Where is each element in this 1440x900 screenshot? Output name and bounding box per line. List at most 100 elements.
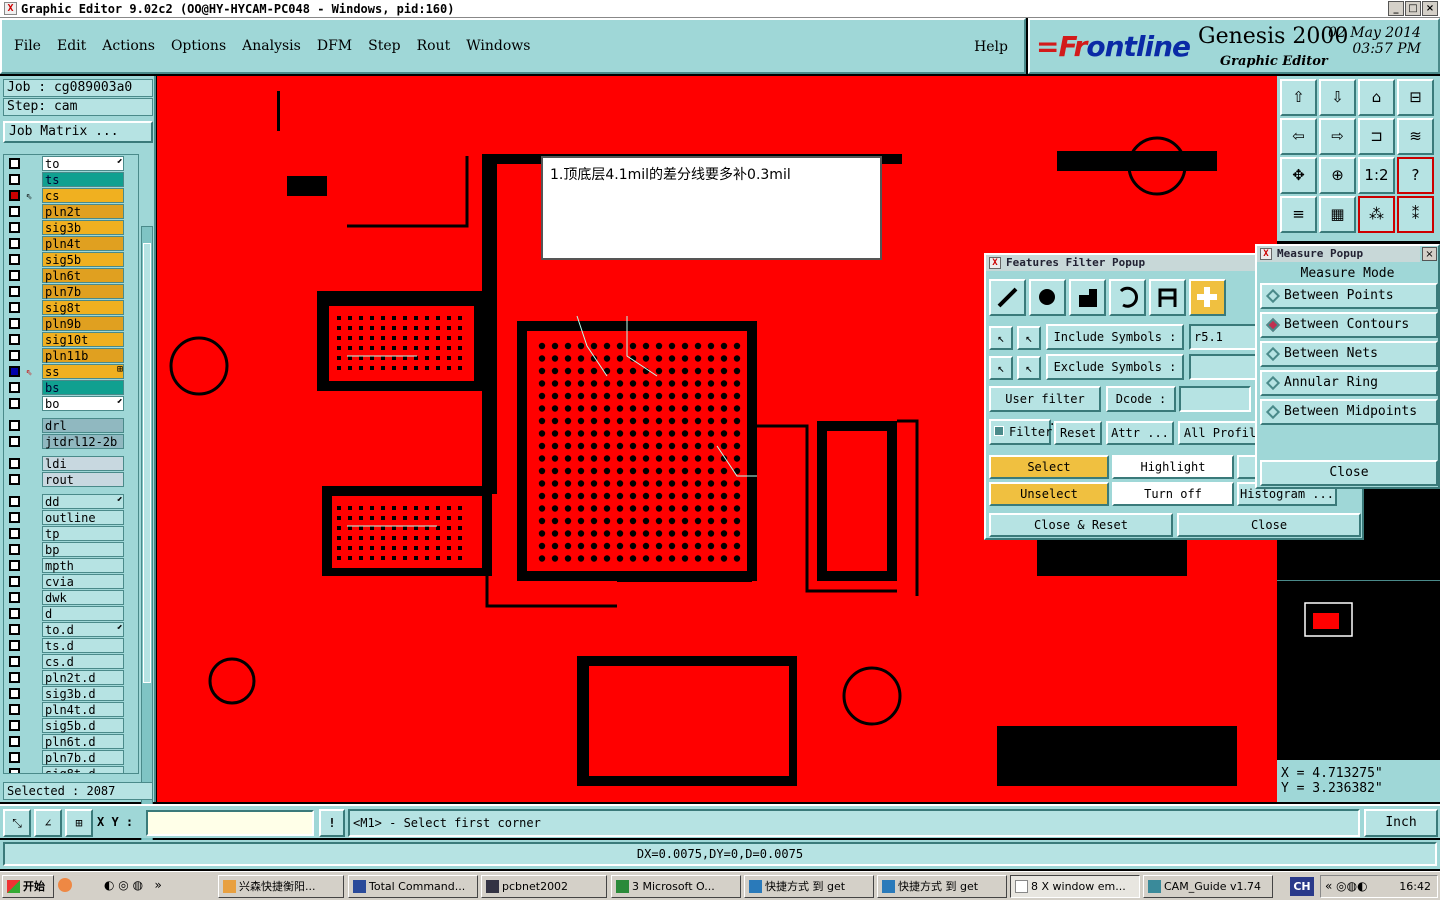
layer-checkbox[interactable] (9, 366, 20, 377)
close-window-button[interactable]: × (1422, 1, 1438, 16)
layer-row[interactable]: pln6t (4, 268, 138, 283)
layer-checkbox[interactable] (9, 704, 20, 715)
mini-map[interactable] (1277, 580, 1440, 758)
layer-checkbox[interactable] (9, 672, 20, 683)
measure-titlebar[interactable]: X Measure Popup (1257, 246, 1420, 262)
layer-row[interactable]: pln4t (4, 236, 138, 251)
layer-name[interactable]: sig10t (42, 332, 124, 347)
layer-checkbox[interactable] (9, 420, 20, 431)
layer-name[interactable]: sig8t (42, 300, 124, 315)
menu-dfm[interactable]: DFM (317, 38, 352, 54)
layer-checkbox[interactable] (9, 720, 20, 731)
layer-name[interactable]: pln6t (42, 268, 124, 283)
layer-row[interactable]: ts (4, 172, 138, 187)
layer-row[interactable]: jtdrl12-2b (4, 434, 138, 449)
warning-button[interactable]: ! (319, 809, 345, 837)
layer-checkbox[interactable] (9, 206, 20, 217)
layer-name[interactable]: drl (42, 418, 124, 433)
layer-checkbox[interactable] (9, 624, 20, 635)
net-icon[interactable]: ⁑ (1397, 196, 1434, 233)
zoom-out-icon[interactable]: ⊐ (1358, 118, 1395, 155)
exclude-pick-icon[interactable]: ↖ (989, 356, 1013, 380)
layer-checkbox[interactable] (9, 560, 20, 571)
menu-step[interactable]: Step (368, 38, 400, 54)
layer-row[interactable]: sig5b.d (4, 718, 138, 733)
layer-row[interactable]: pln2t (4, 204, 138, 219)
layer-checkbox[interactable] (9, 436, 20, 447)
layer-checkbox[interactable] (9, 544, 20, 555)
exclude-pick-all-icon[interactable]: ↖ (1017, 356, 1041, 380)
pad-shape-icon[interactable] (1029, 279, 1066, 316)
layer-row[interactable]: outline (4, 510, 138, 525)
quicklaunch-bar[interactable]: ◐ ◎ ◍ » (104, 878, 178, 895)
layer-name[interactable]: pln7b (42, 284, 124, 299)
layer-row[interactable]: bo ⬋ (4, 396, 138, 411)
layer-name[interactable]: to.d (42, 622, 124, 637)
include-pick-all-icon[interactable]: ↖ (1017, 326, 1041, 350)
layer-checkbox[interactable] (9, 592, 20, 603)
measure-between-contours[interactable]: Between Contours (1260, 312, 1438, 338)
include-symbols-button[interactable]: Include Symbols : (1046, 324, 1184, 350)
measure-annular-ring[interactable]: Annular Ring (1260, 370, 1438, 396)
menu-edit[interactable]: Edit (57, 38, 86, 54)
layer-name[interactable]: sig3b (42, 220, 124, 235)
arc-shape-icon[interactable] (1109, 279, 1146, 316)
layer-row[interactable]: sig8t (4, 300, 138, 315)
layer-name[interactable]: cs (42, 188, 124, 203)
fit-screen-icon[interactable]: ✥ (1280, 157, 1317, 194)
layer-name[interactable]: pln4t.d (42, 702, 124, 717)
task-4[interactable]: 快捷方式 到 get (744, 875, 874, 898)
layer-name[interactable]: cvia (42, 574, 124, 589)
window-titlebar[interactable]: X Graphic Editor 9.02c2 (OO@HY-HYCAM-PC0… (0, 0, 1440, 18)
layer-row[interactable]: ⇖ cs (4, 188, 138, 203)
filter-toggle[interactable]: Filter (989, 419, 1052, 445)
menu-file[interactable]: File (14, 38, 41, 54)
layer-row[interactable]: to ⬋ (4, 156, 138, 171)
attr-button[interactable]: Attr ... (1106, 421, 1174, 445)
task-2[interactable]: pcbnet2002 (481, 875, 607, 898)
menu-analysis[interactable]: Analysis (242, 38, 301, 54)
all-shapes-icon[interactable] (1189, 279, 1226, 316)
layer-checkbox[interactable] (9, 688, 20, 699)
line-shape-icon[interactable] (989, 279, 1026, 316)
task-0[interactable]: 兴森快捷衡阳... (218, 875, 344, 898)
layer-row[interactable]: ts.d (4, 638, 138, 653)
layer-checkbox[interactable] (9, 270, 20, 281)
surface-shape-icon[interactable] (1069, 279, 1106, 316)
layer-scrollbar[interactable] (141, 226, 153, 854)
menu-help[interactable]: Help (974, 39, 1008, 55)
measure-between-nets[interactable]: Between Nets (1260, 341, 1438, 367)
layer-row[interactable]: ldi (4, 456, 138, 471)
layer-row[interactable]: dd ⬋ (4, 494, 138, 509)
layer-row[interactable]: drl (4, 418, 138, 433)
layer-name[interactable]: pln9b (42, 316, 124, 331)
menu-options[interactable]: Options (171, 38, 226, 54)
layer-row[interactable]: bs (4, 380, 138, 395)
layer-row[interactable]: pln2t.d (4, 670, 138, 685)
pan-left-icon[interactable]: ⇦ (1280, 118, 1317, 155)
redraw-icon[interactable]: ≋ (1397, 118, 1434, 155)
layer-checkbox[interactable] (9, 350, 20, 361)
layer-name[interactable]: pln2t (42, 204, 124, 219)
task-6[interactable]: 8 X window em... (1010, 875, 1140, 898)
snap-icon[interactable]: ⁂ (1358, 196, 1395, 233)
layer-checkbox[interactable] (9, 222, 20, 233)
measure-tool-icon[interactable]: ⤡ (3, 809, 31, 837)
dcode-field[interactable] (1179, 386, 1251, 412)
layer-name[interactable]: outline (42, 510, 124, 525)
layer-row[interactable]: d (4, 606, 138, 621)
layer-name[interactable]: bs (42, 380, 124, 395)
layer-checkbox[interactable] (9, 496, 20, 507)
layer-checkbox[interactable] (9, 302, 20, 313)
snap-grid-icon[interactable]: ⊞ (65, 809, 93, 837)
layer-checkbox[interactable] (9, 382, 20, 393)
layer-name[interactable]: bo (42, 396, 124, 411)
layer-row[interactable]: sig5b (4, 252, 138, 267)
task-5[interactable]: 快捷方式 到 get (877, 875, 1007, 898)
layer-row[interactable]: pln9b (4, 316, 138, 331)
layer-name[interactable]: pln4t (42, 236, 124, 251)
task-1[interactable]: Total Command... (348, 875, 478, 898)
layer-row[interactable]: sig3b.d (4, 686, 138, 701)
layer-name[interactable]: to (42, 156, 124, 171)
maximize-button[interactable]: □ (1405, 1, 1421, 16)
